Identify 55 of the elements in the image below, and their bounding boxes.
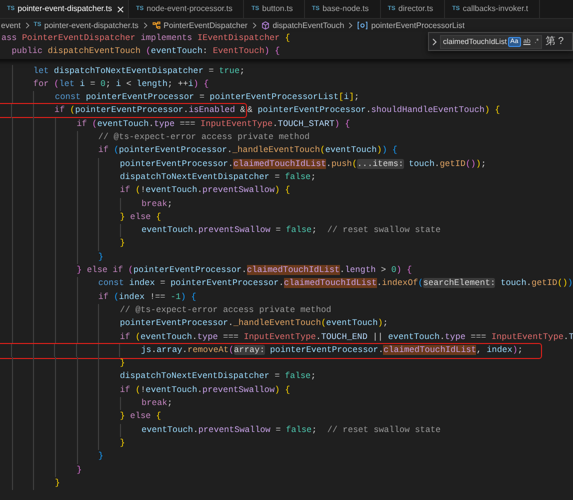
code-text: } else { — [0, 410, 162, 424]
code-text: let dispatchToNextEventDispatcher = true; — [0, 64, 245, 78]
code-text: } — [0, 237, 126, 251]
code-text: break; — [0, 397, 172, 410]
code-text: if (eventTouch.type === InputEventType.TOUCH_START) { — [0, 118, 350, 132]
code-text: if (!eventTouch.preventSwallow) { — [0, 184, 290, 198]
code-text: } else { — [0, 210, 162, 224]
code-text: eventTouch.preventSwallow = false; // reset swallow state — [0, 424, 441, 437]
tab-label: director.ts — [398, 3, 434, 15]
code-text: } else if (pointerEventProcessor.claimedTouchIdList.length > 0) { — [0, 264, 412, 278]
code-text: // @ts-expect-error access private method — [0, 304, 332, 318]
breadcrumb-item[interactable]: PointerEventDispatcher — [164, 20, 248, 32]
tab-label: button.ts — [262, 3, 293, 15]
code-text: if (index !== -1) { — [0, 290, 196, 304]
code-text: } — [0, 464, 82, 477]
chevron-right-icon — [142, 22, 148, 29]
code-text: & pointerEventProcessor.shouldHandleEventTouch) { — [247, 104, 500, 118]
code-text: if (!eventTouch.preventSwallow) { — [0, 384, 290, 398]
field-icon — [357, 21, 368, 30]
code-text: dispatchToNextEventDispatcher = false; — [0, 370, 316, 384]
code-text: ass PointerEventDispatcher implements IEventDispatcher { — [0, 32, 290, 46]
code-text: pointerEventProcessor.claimedTouchIdList.push(...items: touch.getID()); — [0, 158, 486, 171]
code-text: const index = pointerEventProcessor.claimedTouchIdList.indexOf(searchElement: touch.getID()) — [0, 277, 573, 291]
cube-icon — [260, 21, 270, 30]
tab-label: node-event-processor.ts — [146, 3, 232, 15]
code-text: js.array.removeAt(array: pointerEventProcessor.claimedTouchIdList, index); — [0, 344, 523, 358]
code-text: if (pointerEventProcessor._handleEventTouch(eventTouch)) { — [0, 144, 398, 158]
breadcrumb-item[interactable]: pointer-event-dispatcher.ts — [44, 20, 139, 32]
tab-label: pointer-event-dispatcher.ts — [18, 3, 112, 15]
chevron-right-icon — [348, 22, 354, 29]
code-text: const pointerEventProcessor = pointerEventProcessorList[i]; — [0, 91, 360, 104]
tab-label: callbacks-invoker.t — [462, 3, 528, 15]
code-text: // @ts-expect-error access private method — [0, 131, 310, 144]
code-text: } — [0, 476, 60, 490]
code-text: for (let i = 0; i < length; ++i) { — [0, 78, 209, 92]
chevron-right-icon[interactable] — [432, 38, 437, 46]
breadcrumb-item[interactable]: dispatchEventTouch — [272, 20, 344, 32]
match-count: 第 ? — [545, 35, 564, 49]
code-text: dispatchToNextEventDispatcher = false; — [0, 170, 316, 184]
code-text: } — [0, 250, 104, 264]
code-text: } — [0, 450, 104, 464]
code-text: if (pointerEventProcessor.isEnabled & — [0, 104, 246, 118]
tab-label: base-node.ts — [322, 3, 369, 15]
breadcrumb-item[interactable]: pointerEventProcessorList — [371, 20, 465, 32]
code-text: } — [0, 357, 126, 370]
breadcrumb-item[interactable]: event — [1, 20, 21, 32]
code-text: eventTouch.preventSwallow = false; // reset swallow state — [0, 224, 441, 238]
code-text: } — [0, 436, 126, 450]
class-icon — [152, 21, 161, 30]
chevron-right-icon — [24, 22, 30, 29]
chevron-right-icon — [252, 22, 257, 29]
close-icon[interactable] — [116, 6, 124, 12]
code-text: pointerEventProcessor._handleEventTouch(eventTouch); — [0, 317, 388, 331]
code-text: public dispatchEventTouch (eventTouch: EventTouch) { — [0, 45, 280, 59]
code-text: break; — [0, 198, 172, 211]
